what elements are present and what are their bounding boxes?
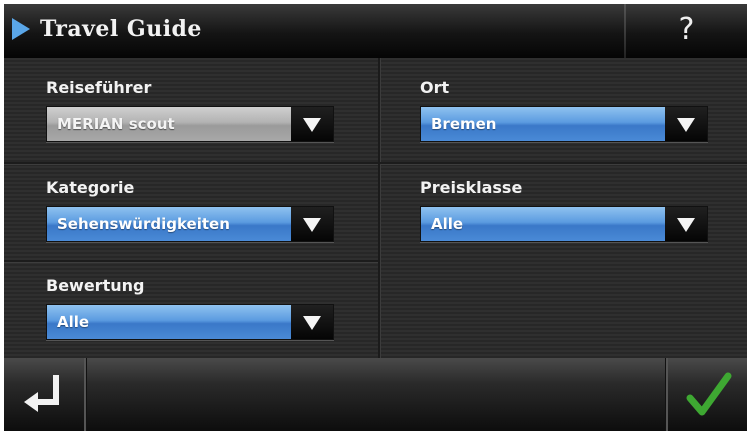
settings-panel: Reiseführer MERIAN scout Ort Bremen Kate…: [4, 58, 747, 358]
page-title: Travel Guide: [40, 16, 202, 42]
row-divider: [4, 162, 378, 164]
reisefuehrer-value: MERIAN scout: [57, 115, 175, 133]
ort-dropdown[interactable]: Bremen: [420, 106, 708, 142]
preisklasse-dropdown-button[interactable]: [665, 207, 707, 241]
bewertung-dropdown-button[interactable]: [291, 305, 333, 339]
bewertung-label: Bewertung: [46, 276, 145, 295]
chevron-down-icon: [303, 218, 321, 232]
question-mark-icon: ?: [678, 12, 695, 47]
reisefuehrer-label: Reiseführer: [46, 78, 152, 97]
bewertung-value: Alle: [57, 313, 90, 331]
bottom-bar: [4, 358, 747, 431]
row-divider: [380, 162, 747, 164]
bottom-divider: [84, 358, 86, 431]
reisefuehrer-dropdown-button[interactable]: [291, 107, 333, 141]
preisklasse-label: Preisklasse: [420, 178, 523, 197]
ort-dropdown-button[interactable]: [665, 107, 707, 141]
checkmark-icon: [686, 372, 732, 416]
ort-value: Bremen: [431, 115, 497, 133]
chevron-down-icon: [677, 218, 695, 232]
confirm-button[interactable]: [668, 358, 747, 431]
ort-label: Ort: [420, 78, 450, 97]
preisklasse-dropdown[interactable]: Alle: [420, 206, 708, 242]
kategorie-value: Sehenswürdigkeiten: [57, 215, 230, 233]
play-arrow-icon: [12, 18, 30, 40]
chevron-down-icon: [677, 118, 695, 132]
column-divider: [378, 58, 380, 358]
kategorie-dropdown[interactable]: Sehenswürdigkeiten: [46, 206, 334, 242]
reisefuehrer-dropdown[interactable]: MERIAN scout: [46, 106, 334, 142]
bewertung-dropdown[interactable]: Alle: [46, 304, 334, 340]
chevron-down-icon: [303, 118, 321, 132]
preisklasse-value: Alle: [431, 215, 464, 233]
kategorie-label: Kategorie: [46, 178, 135, 197]
travel-guide-screen: Travel Guide ? Reiseführer MERIAN scout …: [4, 4, 747, 431]
return-arrow-icon: [24, 375, 59, 412]
back-button[interactable]: [4, 358, 84, 431]
title-bar: Travel Guide ?: [4, 4, 747, 58]
help-button[interactable]: ?: [626, 4, 747, 58]
kategorie-dropdown-button[interactable]: [291, 207, 333, 241]
chevron-down-icon: [303, 316, 321, 330]
row-divider: [4, 260, 378, 262]
